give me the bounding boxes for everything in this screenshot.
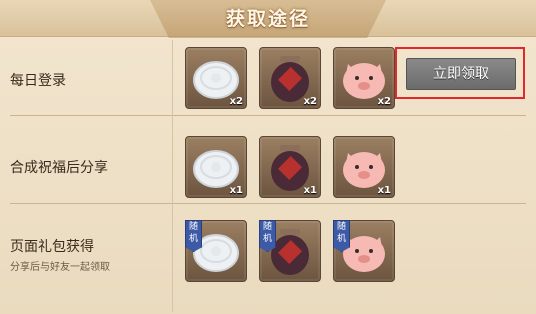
claim-button-highlight: 立即领取 — [395, 47, 525, 99]
row-divider — [10, 115, 526, 116]
random-tag: 随机 — [333, 220, 350, 252]
item-count: x2 — [229, 96, 243, 107]
random-tag: 随机 — [259, 220, 276, 252]
item-wine-jar[interactable]: x2 — [259, 47, 321, 109]
item-count: x1 — [229, 185, 243, 196]
item-wine-jar[interactable]: x1 — [259, 136, 321, 198]
random-tag: 随机 — [185, 220, 202, 252]
item-count: x2 — [377, 96, 391, 107]
item-count: x1 — [303, 185, 317, 196]
item-wine-jar[interactable]: 随机 — [259, 220, 321, 282]
acquire-panel: 获取途径 每日登录 x2 x2 x2 立即领取 合成祝福后分享 x1 x1 x1… — [0, 0, 536, 314]
item-count: x1 — [377, 185, 391, 196]
item-pig[interactable]: x2 — [333, 47, 395, 109]
claim-now-button[interactable]: 立即领取 — [406, 58, 516, 90]
item-pig[interactable]: 随机 — [333, 220, 395, 282]
column-divider — [172, 40, 173, 312]
item-mooncake[interactable]: x2 — [185, 47, 247, 109]
row-label-daily-login: 每日登录 — [10, 73, 66, 89]
item-mooncake[interactable]: x1 — [185, 136, 247, 198]
row-divider — [10, 203, 526, 204]
row-sublabel: 分享后与好友一起领取 — [10, 262, 110, 273]
row-label-page-gift: 页面礼包获得 — [10, 239, 94, 255]
item-pig[interactable]: x1 — [333, 136, 395, 198]
row-label-compose-share: 合成祝福后分享 — [10, 160, 108, 176]
item-mooncake[interactable]: 随机 — [185, 220, 247, 282]
panel-title: 获取途径 — [225, 8, 310, 30]
item-count: x2 — [303, 96, 317, 107]
